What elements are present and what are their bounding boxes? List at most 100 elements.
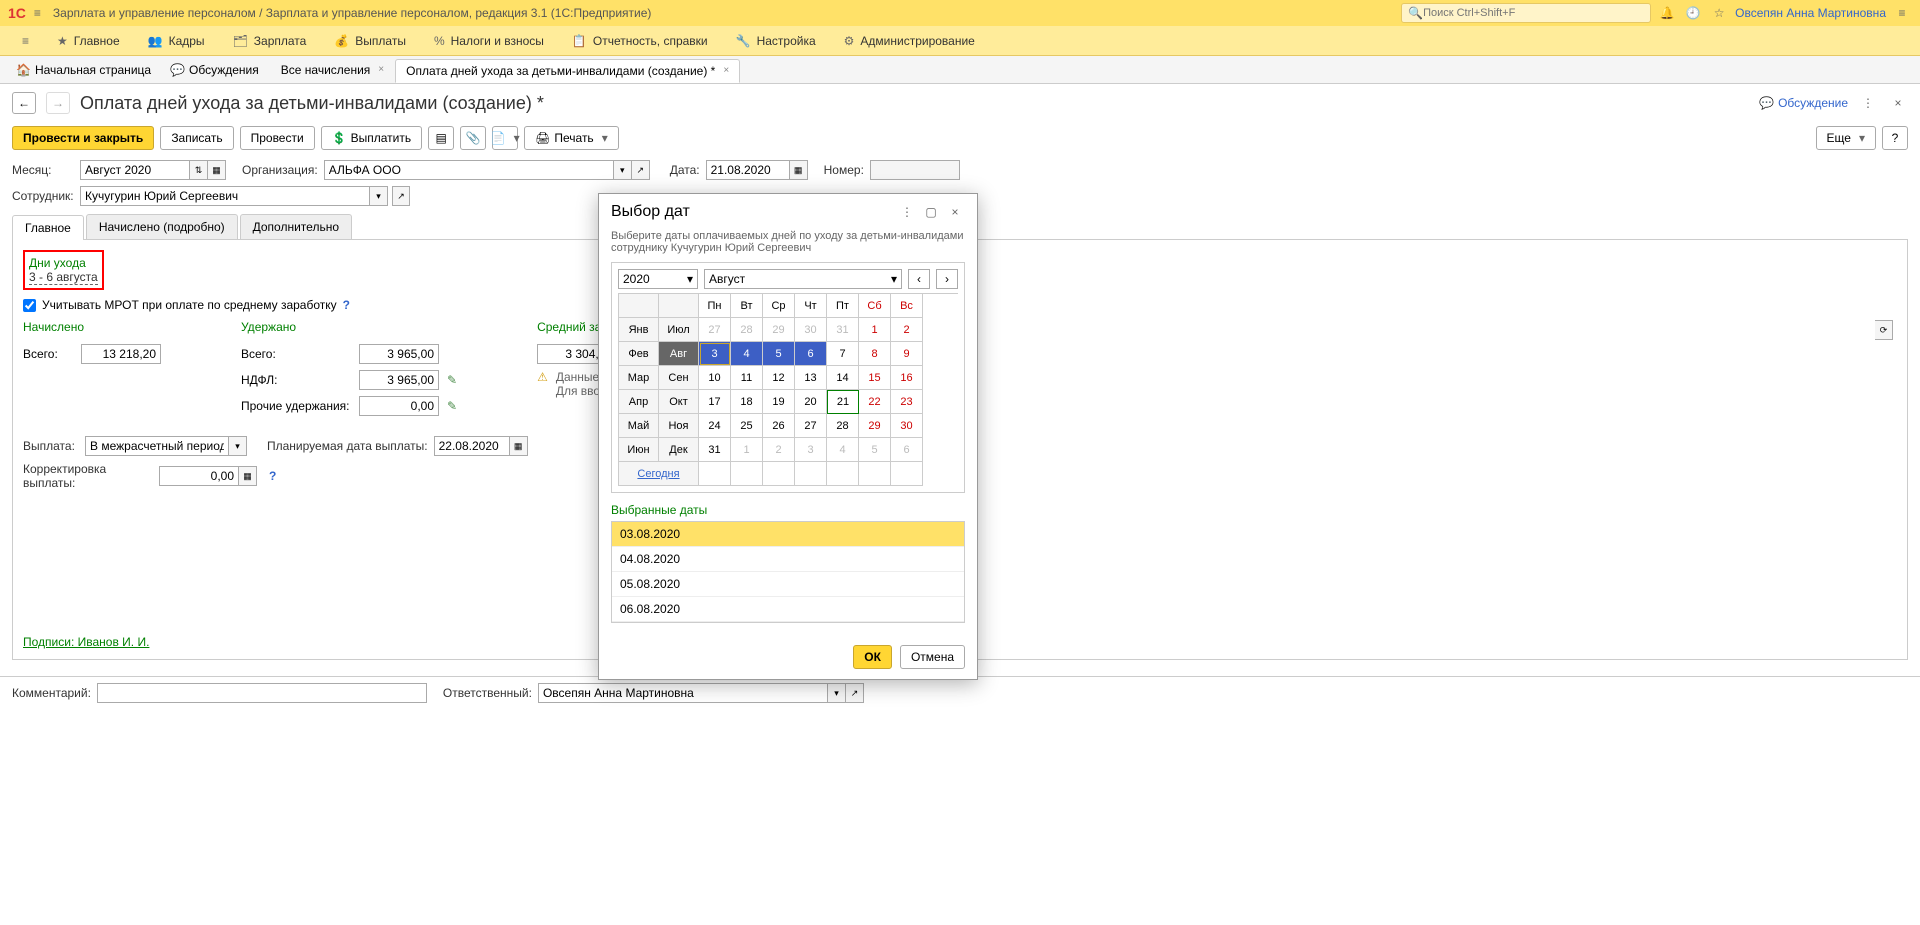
day-cell[interactable]: 5	[859, 438, 891, 462]
other-input[interactable]	[359, 396, 439, 416]
burger-icon[interactable]: ≡	[34, 6, 41, 20]
mrot-checkbox[interactable]	[23, 299, 36, 312]
day-cell[interactable]: 5	[763, 342, 795, 366]
month-cell[interactable]: Фев	[619, 342, 659, 366]
month-cell[interactable]: Июл	[659, 318, 699, 342]
pay-button[interactable]: 💲Выплатить	[321, 126, 422, 150]
list-item[interactable]: 06.08.2020	[612, 597, 964, 622]
day-cell[interactable]: 22	[859, 390, 891, 414]
month-cell[interactable]: Июн	[619, 438, 659, 462]
calendar-icon[interactable]: ▦	[790, 160, 808, 180]
subtab-main[interactable]: Главное	[12, 215, 84, 240]
payment-select[interactable]	[85, 436, 229, 456]
day-cell[interactable]: 31	[827, 318, 859, 342]
next-month-button[interactable]: ›	[936, 269, 958, 289]
help-button[interactable]: ?	[1882, 126, 1908, 150]
day-cell[interactable]: 6	[891, 438, 923, 462]
month-cell[interactable]: Авг	[659, 342, 699, 366]
refresh-icon[interactable]: ⟳	[1875, 320, 1893, 340]
current-user[interactable]: Овсепян Анна Мартиновна	[1735, 6, 1886, 20]
day-cell[interactable]: 17	[699, 390, 731, 414]
kebab-icon[interactable]: ⋮	[897, 202, 917, 222]
day-cell[interactable]: 2	[763, 438, 795, 462]
month-cell[interactable]: Апр	[619, 390, 659, 414]
date-input[interactable]	[706, 160, 790, 180]
month-cell[interactable]: Ноя	[659, 414, 699, 438]
tab-accruals[interactable]: Все начисления×	[270, 58, 395, 82]
day-cell[interactable]: 15	[859, 366, 891, 390]
open-icon[interactable]: ↗	[846, 683, 864, 703]
list-button[interactable]: ▤	[428, 126, 454, 150]
tab-discussions[interactable]: 💬Обсуждения	[159, 58, 270, 82]
day-cell[interactable]: 25	[731, 414, 763, 438]
menu-hr[interactable]: 👥Кадры	[134, 34, 219, 48]
ok-button[interactable]: ОК	[853, 645, 892, 669]
day-cell[interactable]: 14	[827, 366, 859, 390]
org-input[interactable]	[324, 160, 614, 180]
menu-main[interactable]: ★Главное	[43, 34, 134, 48]
dropdown-icon[interactable]: ▾	[828, 683, 846, 703]
day-cell[interactable]: 26	[763, 414, 795, 438]
copy-button[interactable]: 📄	[492, 126, 518, 150]
home-tab[interactable]: 🏠Начальная страница	[8, 63, 159, 77]
month-cell[interactable]: Май	[619, 414, 659, 438]
subtab-detailed[interactable]: Начислено (подробно)	[86, 214, 238, 239]
day-cell[interactable]: 3	[795, 438, 827, 462]
correction-input[interactable]	[159, 466, 239, 486]
day-cell[interactable]: 1	[859, 318, 891, 342]
calc-icon[interactable]: ▦	[239, 466, 257, 486]
day-cell[interactable]: 27	[795, 414, 827, 438]
withheld-total-input[interactable]	[359, 344, 439, 364]
month-select[interactable]: Август▾	[704, 269, 902, 289]
day-cell[interactable]: 9	[891, 342, 923, 366]
signatures-link[interactable]: Подписи: Иванов И. И.	[23, 635, 149, 649]
list-item[interactable]: 03.08.2020	[612, 522, 964, 547]
menu-taxes[interactable]: %Налоги и взносы	[420, 34, 558, 48]
day-cell[interactable]: 6	[795, 342, 827, 366]
day-cell[interactable]: 31	[699, 438, 731, 462]
nav-back-button[interactable]: ←	[12, 92, 36, 114]
list-item[interactable]: 05.08.2020	[612, 572, 964, 597]
day-cell[interactable]: 13	[795, 366, 827, 390]
days-link[interactable]: 3 - 6 августа	[29, 270, 98, 285]
day-cell[interactable]: 28	[827, 414, 859, 438]
close-icon[interactable]: ×	[945, 202, 965, 222]
employee-input[interactable]	[80, 186, 370, 206]
print-button[interactable]: 🖨Печать	[524, 126, 619, 150]
open-icon[interactable]: ↗	[632, 160, 650, 180]
cancel-button[interactable]: Отмена	[900, 645, 965, 669]
day-cell[interactable]: 27	[699, 318, 731, 342]
day-cell[interactable]: 20	[795, 390, 827, 414]
dropdown-icon[interactable]: ▾	[614, 160, 632, 180]
pencil-icon[interactable]: ✎	[447, 373, 457, 387]
day-cell[interactable]: 21	[827, 390, 859, 414]
day-cell[interactable]: 30	[795, 318, 827, 342]
day-cell[interactable]: 24	[699, 414, 731, 438]
day-cell[interactable]: 18	[731, 390, 763, 414]
month-cell[interactable]: Сен	[659, 366, 699, 390]
day-cell[interactable]: 1	[731, 438, 763, 462]
comment-input[interactable]	[97, 683, 427, 703]
day-cell[interactable]: 19	[763, 390, 795, 414]
day-cell[interactable]: 4	[731, 342, 763, 366]
post-and-close-button[interactable]: Провести и закрыть	[12, 126, 154, 150]
day-cell[interactable]: 29	[859, 414, 891, 438]
day-cell[interactable]: 23	[891, 390, 923, 414]
bell-icon[interactable]: 🔔	[1657, 3, 1677, 23]
tab-current-doc[interactable]: Оплата дней ухода за детьми-инвалидами (…	[395, 59, 740, 83]
list-item[interactable]: 04.08.2020	[612, 547, 964, 572]
search-input[interactable]	[1423, 7, 1644, 19]
menu-admin[interactable]: ⚙Администрирование	[830, 34, 989, 48]
more-button[interactable]: Еще	[1816, 126, 1876, 150]
year-select[interactable]: 2020▾	[618, 269, 698, 289]
attach-button[interactable]: 📎	[460, 126, 486, 150]
month-input[interactable]	[80, 160, 190, 180]
day-cell[interactable]: 2	[891, 318, 923, 342]
save-button[interactable]: Записать	[160, 126, 233, 150]
prev-month-button[interactable]: ‹	[908, 269, 930, 289]
month-cell[interactable]: Окт	[659, 390, 699, 414]
accrued-total-input[interactable]	[81, 344, 161, 364]
menu-salary[interactable]: 🗂Зарплата	[219, 34, 321, 48]
day-cell[interactable]: 4	[827, 438, 859, 462]
month-cell[interactable]: Дек	[659, 438, 699, 462]
